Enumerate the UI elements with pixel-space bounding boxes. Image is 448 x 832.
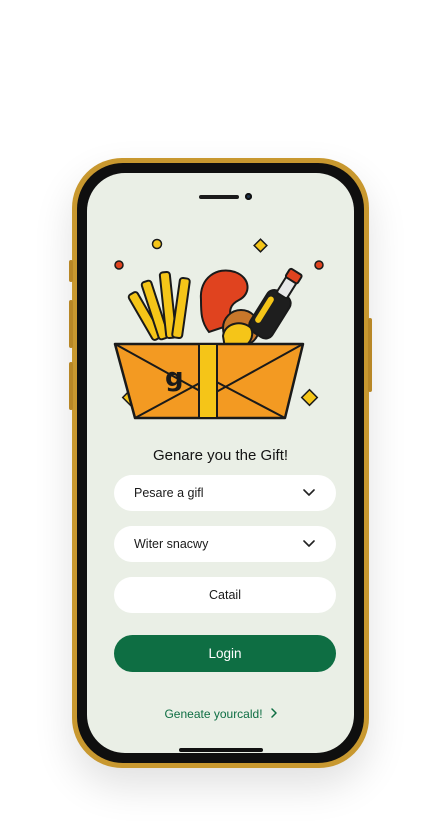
confetti-dot bbox=[114, 260, 124, 270]
chevron-down-icon bbox=[302, 537, 316, 551]
snack-label: Witer snacwy bbox=[134, 537, 209, 551]
gift-type-label: Pesare a gifl bbox=[134, 486, 204, 500]
confetti-diamond bbox=[300, 388, 319, 407]
mute-switch bbox=[69, 260, 73, 282]
bottle bbox=[248, 267, 303, 340]
chevron-right-icon bbox=[270, 707, 277, 721]
gift-type-dropdown[interactable]: Pesare a gifl bbox=[114, 475, 336, 511]
fries bbox=[127, 270, 191, 341]
canvas: g Genare you the Gift! Pesare a gifl Wit… bbox=[0, 0, 448, 832]
phone-mockup: g Genare you the Gift! Pesare a gifl Wit… bbox=[69, 158, 372, 768]
volume-up-button bbox=[69, 300, 73, 348]
power-button bbox=[368, 318, 372, 392]
chevron-down-icon bbox=[302, 486, 316, 500]
basket-logo-letter: g bbox=[165, 363, 184, 393]
page-title: Genare you the Gift! bbox=[152, 447, 289, 464]
generate-card-label: Geneate yourcald! bbox=[164, 707, 263, 721]
confetti-diamond bbox=[253, 238, 268, 253]
detail-label: Catail bbox=[209, 588, 241, 602]
app-screen: g Genare you the Gift! Pesare a gifl Wit… bbox=[87, 173, 354, 753]
home-indicator[interactable] bbox=[179, 748, 263, 752]
detail-button[interactable]: Catail bbox=[114, 577, 336, 613]
generate-card-link[interactable]: Geneate yourcald! bbox=[87, 707, 354, 721]
confetti-dot bbox=[151, 238, 163, 250]
phone-bezel: g Genare you the Gift! Pesare a gifl Wit… bbox=[77, 163, 364, 763]
confetti-dot bbox=[314, 260, 324, 270]
gift-basket-illustration: g bbox=[113, 238, 324, 420]
basket bbox=[113, 342, 305, 420]
snack-dropdown[interactable]: Witer snacwy bbox=[114, 526, 336, 562]
speaker-grille bbox=[199, 195, 239, 199]
camera-icon bbox=[245, 193, 252, 200]
login-button[interactable]: Login bbox=[114, 635, 336, 672]
volume-down-button bbox=[69, 362, 73, 410]
